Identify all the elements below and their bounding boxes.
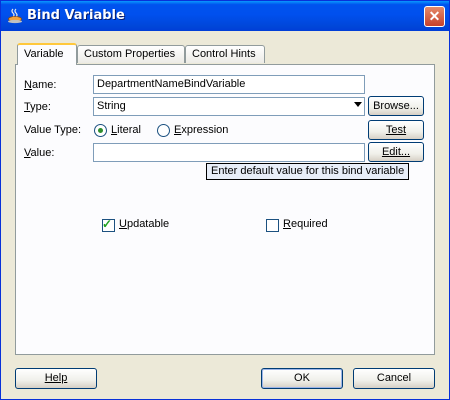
name-label: Name:	[24, 79, 57, 91]
bind-variable-dialog: Bind Variable ✕ Variable Custom Properti…	[0, 0, 450, 400]
tab-label: Custom Properties	[84, 48, 176, 60]
type-value: String	[97, 100, 126, 112]
tab-label: Control Hints	[192, 48, 256, 60]
cancel-label: Cancel	[376, 372, 412, 384]
tab-variable[interactable]: Variable	[17, 43, 77, 65]
help-label: Help	[44, 372, 68, 384]
title-bar[interactable]: Bind Variable ✕	[1, 1, 449, 31]
expression-radio[interactable]	[157, 124, 170, 137]
type-combobox[interactable]: String	[93, 97, 365, 116]
updatable-checkbox[interactable]: ✓	[102, 217, 115, 232]
window-title: Bind Variable	[27, 8, 125, 23]
coffee-cup-icon	[8, 8, 22, 24]
required-label[interactable]: Required	[283, 218, 328, 230]
test-label: Test	[385, 124, 407, 136]
required-checkbox[interactable]	[266, 219, 279, 232]
edit-button[interactable]: Edit...	[368, 142, 424, 162]
type-label: Type:	[24, 101, 51, 113]
value-label: Value:	[24, 147, 55, 159]
radio-selected-dot	[98, 128, 103, 133]
close-icon: ✕	[428, 8, 441, 24]
tab-label: Variable	[24, 48, 64, 60]
cancel-button[interactable]: Cancel	[353, 368, 435, 389]
variable-panel: Name: DepartmentNameBindVariable Type: S…	[15, 64, 435, 355]
name-input[interactable]: DepartmentNameBindVariable	[93, 75, 365, 94]
test-button[interactable]: Test	[368, 120, 424, 140]
ok-button[interactable]: OK	[261, 368, 343, 389]
value-type-label: Value Type:	[24, 124, 82, 136]
tab-control-hints[interactable]: Control Hints	[185, 45, 265, 63]
dropdown-arrow-icon[interactable]	[354, 102, 362, 107]
updatable-label[interactable]: Updatable	[119, 218, 169, 230]
expression-label[interactable]: Expression	[174, 124, 228, 136]
help-button[interactable]: Help	[15, 368, 97, 389]
literal-radio[interactable]	[94, 124, 107, 137]
literal-label[interactable]: Literal	[111, 124, 141, 136]
name-value: DepartmentNameBindVariable	[97, 78, 246, 90]
value-tooltip: Enter default value for this bind variab…	[206, 163, 410, 180]
close-button[interactable]: ✕	[424, 6, 445, 27]
checkmark-icon: ✓	[102, 217, 113, 231]
value-input[interactable]	[93, 143, 365, 162]
ok-label: OK	[294, 372, 310, 384]
browse-label: Browse...	[373, 100, 419, 112]
browse-button[interactable]: Browse...	[368, 96, 424, 116]
tab-custom-properties[interactable]: Custom Properties	[77, 45, 185, 63]
edit-label: Edit...	[381, 146, 411, 158]
